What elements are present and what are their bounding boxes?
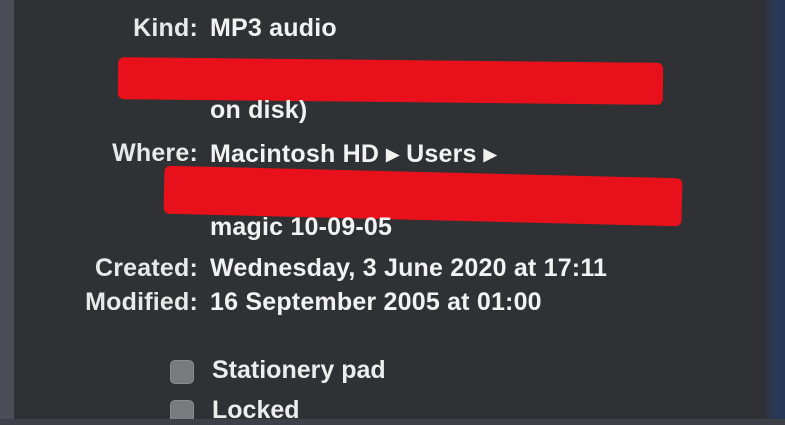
kind-value: MP3 audio xyxy=(210,14,337,42)
where-value-line3: magic 10-09-05 xyxy=(210,213,393,241)
where-value-line1: Macintosh HD ▸ Users ▸ xyxy=(210,140,497,168)
kind-label: Kind: xyxy=(133,14,198,42)
size-redaction xyxy=(117,57,664,105)
screen-edge-right xyxy=(763,0,785,425)
stationery-pad-label: Stationery pad xyxy=(212,356,386,384)
created-label: Created: xyxy=(94,254,198,282)
screen-edge-bottom xyxy=(0,419,785,425)
screen-edge-left xyxy=(0,0,14,425)
modified-value: 16 September 2005 at 01:00 xyxy=(210,288,542,316)
created-value: Wednesday, 3 June 2020 at 17:11 xyxy=(210,254,608,282)
size-value-line2: on disk) xyxy=(210,96,308,124)
get-info-panel: Kind: MP3 audio on disk) Where: Macintos… xyxy=(14,0,763,425)
where-label: Where: xyxy=(112,139,198,167)
screen-photo: Kind: MP3 audio on disk) Where: Macintos… xyxy=(0,0,785,425)
modified-label: Modified: xyxy=(85,288,198,316)
stationery-pad-checkbox[interactable] xyxy=(170,360,194,384)
